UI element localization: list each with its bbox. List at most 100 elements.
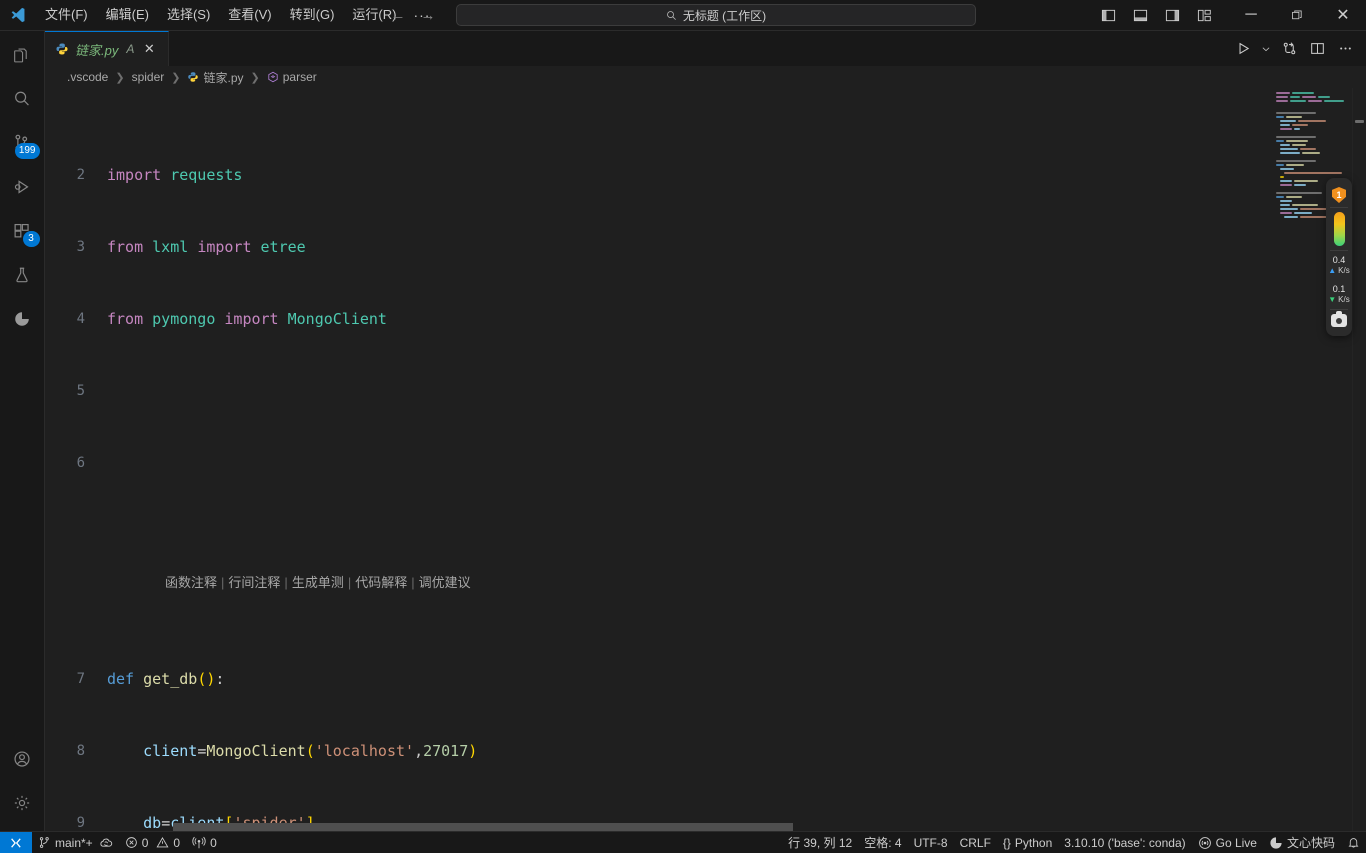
status-go-live[interactable]: Go Live [1192, 832, 1263, 853]
scrollbar-thumb[interactable] [173, 823, 793, 831]
line-content: from lxml import etree [107, 238, 306, 256]
line-content: from pymongo import MongoClient [107, 310, 387, 328]
codelens-explain[interactable]: 代码解释 [355, 571, 407, 595]
manage-settings-button[interactable] [0, 781, 45, 825]
git-branch-icon [39, 837, 49, 848]
source-control-badge: 199 [14, 143, 40, 159]
code-line[interactable]: 2 import requests [45, 163, 1268, 187]
split-editor-button[interactable] [1304, 36, 1330, 62]
run-options-button[interactable] [1258, 36, 1274, 62]
run-python-file-button[interactable] [1230, 36, 1256, 62]
more-actions-button[interactable] [1332, 36, 1358, 62]
menu-edit[interactable]: 编辑(E) [97, 4, 158, 26]
status-branch[interactable]: main*+ [32, 832, 119, 853]
compare-changes-button[interactable] [1276, 36, 1302, 62]
menu-view[interactable]: 查看(V) [219, 4, 280, 26]
status-notifications[interactable] [1341, 832, 1366, 853]
close-button[interactable]: ✕ [1320, 0, 1366, 31]
codelens-inline-comment[interactable]: 行间注释 [228, 571, 280, 595]
customize-layout-icon[interactable] [1190, 3, 1218, 27]
braces-icon: {} [1002, 835, 1011, 850]
code-lines: 2 import requests 3 from lxml import etr… [45, 88, 1268, 831]
codelens-separator: | [284, 575, 288, 590]
remote-window-icon [11, 837, 21, 848]
download-value: 0.1 [1332, 284, 1346, 294]
breadcrumb-item-file[interactable]: 链家.py [185, 69, 245, 86]
menu-selection[interactable]: 选择(S) [158, 4, 219, 26]
command-center[interactable]: 无标题 (工作区) [456, 4, 976, 26]
sidebar-item-testing[interactable] [0, 253, 45, 297]
status-branch-label: main*+ [55, 835, 93, 850]
python-file-icon [187, 71, 199, 83]
gear-icon [14, 795, 30, 811]
codelens-separator: | [411, 575, 415, 590]
menu-bar: 文件(F) 编辑(E) 选择(S) 查看(V) 转到(G) 运行(R) ··· [36, 0, 438, 31]
sidebar-item-source-control[interactable]: 199 [0, 121, 45, 165]
code-line[interactable]: 6 [45, 451, 1268, 475]
bell-icon [1348, 838, 1359, 848]
status-language-mode[interactable]: {} Python [997, 832, 1058, 853]
floating-monitor-widget[interactable]: 1 0.4 ▲ K/s 0.1 ▼ K/s [1326, 178, 1352, 336]
remote-window-button[interactable] [0, 831, 32, 853]
line-number: 5 [76, 383, 85, 399]
status-comate[interactable]: 文心快码 [1263, 832, 1341, 853]
overview-ruler[interactable] [1352, 88, 1366, 831]
codelens-unit-test[interactable]: 生成单测 [292, 571, 344, 595]
menu-go[interactable]: 转到(G) [281, 4, 344, 26]
code-line[interactable]: 7 def get_db(): [45, 667, 1268, 691]
restore-button[interactable] [1274, 0, 1320, 31]
python-file-icon [55, 42, 69, 56]
breadcrumb-item-spider[interactable]: spider [130, 70, 167, 84]
status-python-interpreter[interactable]: 3.10.10 ('base': conda) [1058, 832, 1191, 853]
minimize-button[interactable]: ─ [1228, 0, 1274, 31]
codelens-optimize[interactable]: 调优建议 [419, 571, 471, 595]
breadcrumb-item-vscode[interactable]: .vscode [65, 70, 110, 84]
tab-lianjia-py[interactable]: 链家.py A ✕ [45, 31, 170, 66]
screenshot-button[interactable] [1326, 310, 1352, 331]
title-bar: 文件(F) 编辑(E) 选择(S) 查看(V) 转到(G) 运行(R) ··· … [0, 0, 1366, 31]
line-number: 8 [76, 743, 85, 759]
toggle-primary-sidebar-icon[interactable] [1094, 3, 1122, 27]
breadcrumb-item-symbol[interactable]: parser [265, 70, 319, 84]
breadcrumb-separator: ❯ [171, 71, 181, 84]
toggle-secondary-sidebar-icon[interactable] [1158, 3, 1186, 27]
close-icon[interactable]: ✕ [140, 40, 158, 58]
play-icon [1239, 42, 1249, 55]
upload-rate-cell: 0.4 ▲ K/s [1326, 251, 1352, 280]
arrow-right-icon[interactable]: → [420, 7, 436, 24]
code-line[interactable]: 8 client=MongoClient('localhost',27017) [45, 739, 1268, 763]
codelens-separator: | [221, 575, 225, 590]
code-line[interactable]: 4 from pymongo import MongoClient [45, 307, 1268, 331]
codelens-separator: | [347, 575, 352, 590]
sidebar-item-comate[interactable] [0, 297, 45, 341]
arrow-left-icon[interactable]: ← [390, 7, 406, 24]
symbol-method-icon [267, 71, 279, 83]
toggle-panel-icon[interactable] [1126, 3, 1154, 27]
codelens-func-comment[interactable]: 函数注释 [165, 571, 217, 595]
code-scroll-area[interactable]: 2 import requests 3 from lxml import etr… [45, 88, 1268, 831]
vscode-logo-icon [0, 0, 36, 31]
status-go-live-label: Go Live [1215, 835, 1257, 850]
sidebar-item-run-and-debug[interactable] [0, 165, 45, 209]
status-cursor-position[interactable]: 行 39, 列 12 [782, 832, 858, 853]
status-encoding[interactable]: UTF-8 [908, 832, 954, 853]
sidebar-item-explorer[interactable] [0, 33, 45, 77]
sidebar-item-search[interactable] [0, 77, 45, 121]
status-ports[interactable]: 0 [186, 832, 223, 853]
shield-badge-cell[interactable]: 1 [1326, 183, 1352, 207]
temperature-gauge-cell[interactable] [1326, 208, 1352, 250]
status-bar-right: 行 39, 列 12 空格: 4 UTF-8 CRLF {} Python 3.… [782, 832, 1366, 853]
circle-refresh-icon [15, 312, 29, 326]
breadcrumb-separator: ❯ [115, 71, 125, 84]
tab-modifier: A [126, 42, 135, 56]
menu-file[interactable]: 文件(F) [36, 4, 97, 26]
status-eol[interactable]: CRLF [954, 832, 997, 853]
status-indentation[interactable]: 空格: 4 [858, 832, 907, 853]
code-line[interactable]: 3 from lxml import etree [45, 235, 1268, 259]
code-line[interactable]: 5 [45, 379, 1268, 403]
shield-icon: 1 [1332, 187, 1346, 203]
editor-horizontal-scrollbar[interactable] [45, 821, 1170, 831]
accounts-button[interactable] [0, 737, 45, 781]
sidebar-item-extensions[interactable]: 3 [0, 209, 45, 253]
status-problems[interactable]: 0 0 [119, 832, 186, 853]
